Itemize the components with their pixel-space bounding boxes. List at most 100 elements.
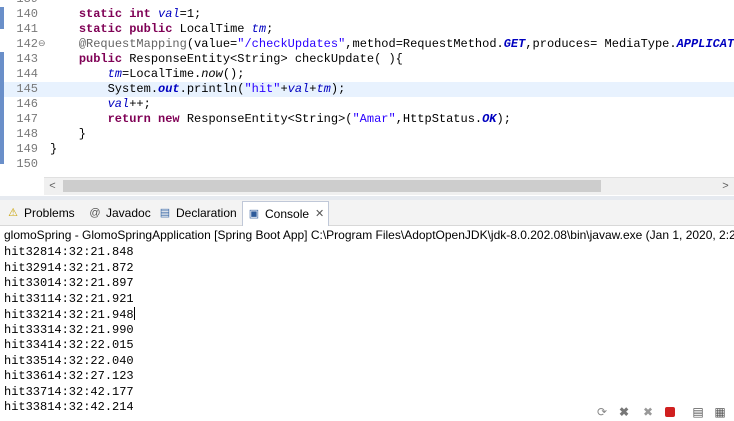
close-icon[interactable]: ✕ — [315, 204, 324, 224]
console-launch-description: glomoSpring - GlomoSpringApplication [Sp… — [4, 228, 734, 242]
line-number: 145 — [16, 82, 38, 96]
tab-label: Declaration — [176, 206, 237, 220]
console-line-text: hit33714:32:42.177 — [4, 384, 134, 399]
code-token: OK — [482, 112, 497, 126]
console-line: hit33514:32:22.040 — [0, 354, 734, 370]
change-ruler-mark — [0, 7, 4, 29]
code-text: System.out.println("hit"+val+tm); — [50, 82, 346, 97]
line-number: 143 — [16, 52, 38, 66]
code-token: (); — [222, 67, 245, 81]
console-icon: ▣ — [248, 208, 260, 220]
code-token: now — [201, 67, 223, 81]
console-line-text: hit32814:32:21.848 — [4, 245, 134, 259]
code-token: static — [78, 22, 123, 36]
horizontal-scrollbar[interactable]: < > — [44, 177, 734, 195]
code-token: "/checkUpdates" — [237, 37, 346, 51]
scrollbar-thumb[interactable] — [63, 180, 601, 192]
code-token: ,produces= MediaType. — [525, 37, 677, 51]
code-line[interactable]: 145 System.out.println("hit"+val+tm); — [0, 82, 734, 97]
console-line-text: hit33614:32:27.123 — [4, 369, 134, 383]
code-token: public — [78, 52, 123, 66]
console-line-text: hit33014:32:21.897 — [4, 276, 134, 290]
code-token: System. — [50, 82, 159, 96]
at-icon: @ — [89, 207, 101, 219]
code-line[interactable]: 142 ⊖ @RequestMapping(value="/checkUpdate… — [0, 37, 734, 52]
code-text: @RequestMapping(value="/checkUpdates",me… — [50, 37, 734, 52]
code-line[interactable]: 148 } — [0, 127, 734, 142]
console-line-text: hit33514:32:22.040 — [4, 353, 134, 368]
code-line[interactable]: 144 tm=LocalTime.now(); — [0, 67, 734, 82]
line-number: 144 — [16, 67, 38, 81]
code-token: (value= — [186, 37, 238, 51]
code-token: ); — [496, 112, 511, 126]
text-caret — [133, 307, 135, 320]
problems-icon: ⚠ — [8, 207, 18, 219]
console-line-text: hit32914:32:21.872 — [4, 260, 134, 275]
code-editor[interactable]: 139140 static int val=1;141 static publi… — [0, 0, 734, 196]
declaration-icon: ▤ — [159, 207, 171, 219]
code-token: ,method=RequestMethod. — [345, 37, 504, 51]
code-token: } — [50, 127, 87, 141]
code-token: val — [287, 82, 310, 96]
code-token: public — [129, 22, 173, 36]
console-line-text: hit33114:32:21.921 — [4, 291, 134, 306]
line-number: 149 — [16, 142, 38, 156]
code-token: @RequestMapping — [78, 37, 187, 51]
console-line: hit32914:32:21.872 — [0, 261, 734, 277]
code-line[interactable]: 140 static int val=1; — [0, 7, 734, 22]
tab-javadoc[interactable]: @ Javadoc — [88, 203, 151, 223]
code-line[interactable]: 150 — [0, 157, 734, 172]
scroll-left-icon[interactable]: < — [44, 178, 61, 195]
code-token: =LocalTime. — [122, 67, 202, 81]
code-token: val — [107, 97, 130, 111]
code-line[interactable]: 146 val++; — [0, 97, 734, 112]
code-token: ,HttpStatus. — [395, 112, 483, 126]
line-number: 139 — [16, 0, 38, 7]
code-line[interactable]: 149} — [0, 142, 734, 157]
fold-toggle-icon[interactable]: ⊖ — [38, 37, 46, 52]
change-ruler-mark — [0, 52, 4, 164]
code-text: static int val=1; — [50, 7, 201, 22]
code-text: } — [50, 127, 86, 142]
code-token: tm — [316, 82, 331, 96]
code-text: val++; — [50, 97, 151, 112]
console-line-text: hit33414:32:22.015 — [4, 338, 134, 352]
code-token: GET — [503, 37, 526, 51]
console-line: hit33614:32:27.123 — [0, 369, 734, 385]
code-token: return — [107, 112, 151, 126]
code-line[interactable]: 141 static public LocalTime tm; — [0, 22, 734, 37]
code-token: "hit" — [244, 82, 281, 96]
code-text: } — [50, 142, 57, 157]
tab-label: Javadoc — [106, 206, 151, 220]
code-token: APPLICATION — [676, 37, 734, 51]
code-token: + — [280, 82, 288, 96]
line-number: 140 — [16, 7, 38, 21]
code-line[interactable]: 139 — [0, 0, 734, 7]
code-token: new — [158, 112, 180, 126]
code-text: return new ResponseEntity<String>("Amar"… — [50, 112, 511, 127]
code-token: LocalTime — [172, 22, 252, 36]
console-line: hit33214:32:21.948 — [0, 307, 734, 323]
code-line[interactable]: 143 public ResponseEntity<String> checkU… — [0, 52, 734, 67]
console-output[interactable]: hit32814:32:21.848 hit32914:32:21.872 hit3… — [0, 245, 734, 420]
console-line-text: hit33314:32:21.990 — [4, 322, 134, 337]
console-line: hit33014:32:21.897 — [0, 276, 734, 292]
tab-declaration[interactable]: ▤ Declaration — [158, 203, 237, 223]
code-line[interactable]: 147 return new ResponseEntity<String>("A… — [0, 112, 734, 127]
tab-problems[interactable]: ⚠ Problems — [6, 203, 75, 223]
tab-console[interactable]: ▣ Console ✕ — [242, 201, 330, 226]
code-token: out — [158, 82, 180, 96]
line-number: 146 — [16, 97, 38, 111]
code-token: int — [129, 7, 151, 21]
scroll-right-icon[interactable]: > — [717, 178, 734, 195]
code-token: } — [50, 142, 58, 156]
code-token: .println( — [179, 82, 245, 96]
